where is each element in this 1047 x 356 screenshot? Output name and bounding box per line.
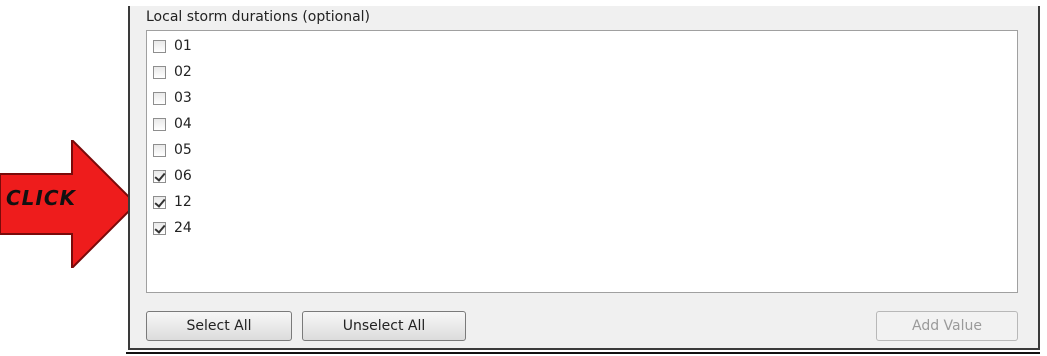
panel-bottom-border: [126, 352, 1040, 354]
click-annotation-label: CLICK: [6, 186, 77, 210]
duration-item-01[interactable]: 01: [153, 36, 192, 56]
duration-checkbox[interactable]: [153, 169, 166, 183]
duration-checkbox[interactable]: [153, 91, 166, 105]
duration-label: 01: [174, 38, 192, 54]
duration-checkbox[interactable]: [153, 143, 166, 157]
duration-item-12[interactable]: 12: [153, 192, 192, 212]
duration-item-06[interactable]: 06: [153, 166, 192, 186]
duration-checkbox[interactable]: [153, 65, 166, 79]
select-all-button[interactable]: Select All: [146, 311, 292, 341]
duration-item-05[interactable]: 05: [153, 140, 192, 160]
duration-label: 05: [174, 142, 192, 158]
duration-item-03[interactable]: 03: [153, 88, 192, 108]
duration-checkbox[interactable]: [153, 117, 166, 131]
add-value-button[interactable]: Add Value: [876, 311, 1018, 341]
duration-label: 04: [174, 116, 192, 132]
group-title: Local storm durations (optional): [146, 9, 370, 25]
duration-label: 03: [174, 90, 192, 106]
duration-checkbox[interactable]: [153, 39, 166, 53]
duration-label: 12: [174, 194, 192, 210]
durations-listbox[interactable]: 01 02 03 04 05 06 12 24: [146, 30, 1018, 293]
duration-label: 06: [174, 168, 192, 184]
duration-item-02[interactable]: 02: [153, 62, 192, 82]
duration-item-24[interactable]: 24: [153, 218, 192, 238]
duration-checkbox[interactable]: [153, 221, 166, 235]
unselect-all-button[interactable]: Unselect All: [302, 311, 466, 341]
duration-checkbox[interactable]: [153, 195, 166, 209]
duration-item-04[interactable]: 04: [153, 114, 192, 134]
duration-label: 24: [174, 220, 192, 236]
duration-label: 02: [174, 64, 192, 80]
